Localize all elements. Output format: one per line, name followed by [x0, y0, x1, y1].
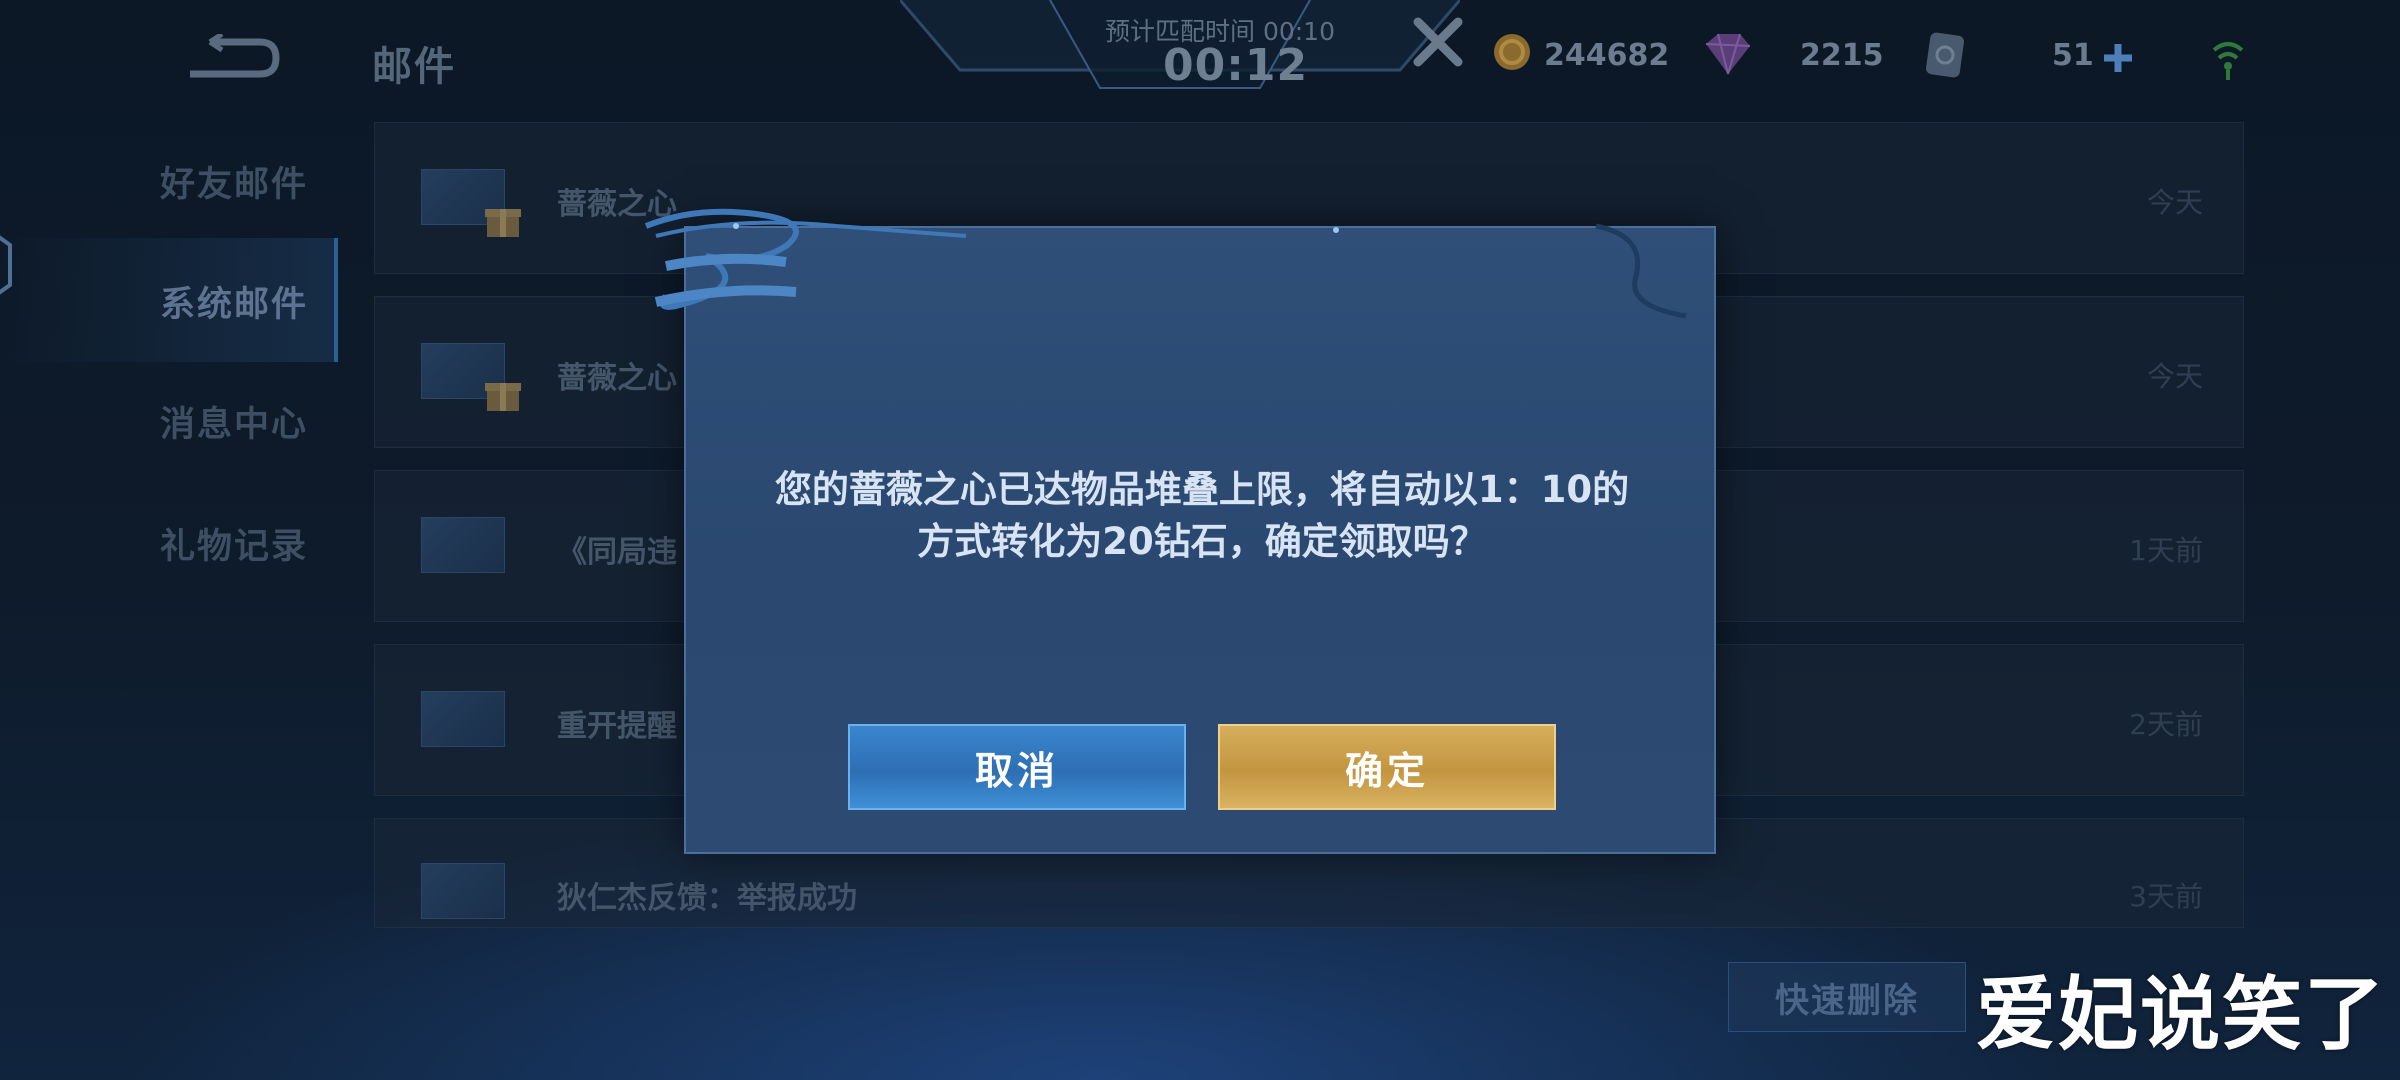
mail-envelope-icon	[421, 517, 505, 573]
diamond-icon	[1705, 33, 1751, 75]
mail-title: 重开提醒	[557, 709, 677, 744]
gold-coin-icon	[1494, 34, 1530, 70]
cancel-match-icon[interactable]	[1410, 14, 1466, 70]
quick-delete-button[interactable]: 快速删除	[1728, 962, 1966, 1032]
mail-envelope-icon	[421, 863, 505, 919]
ticket-count: 51	[2052, 38, 2094, 73]
sidebar-item-friend-mail[interactable]: 好友邮件	[160, 156, 308, 207]
mail-date: 3天前	[2129, 880, 2203, 913]
sidebar-item-gift-record[interactable]: 礼物记录	[160, 518, 308, 569]
watermark-text: 爱妃说笑了	[1976, 968, 2386, 1061]
dialog-message-line2: 方式转化为20钻石，确定领取吗？	[917, 520, 1487, 563]
mail-date: 今天	[2146, 186, 2203, 219]
sidebar-hex-marker	[0, 235, 12, 295]
sidebar-item-system-mail[interactable]: 系统邮件	[160, 276, 308, 327]
add-icon[interactable]	[2100, 40, 2136, 76]
match-timer: 00:12	[1163, 40, 1309, 91]
wifi-signal-icon	[2212, 42, 2244, 80]
gift-icon	[485, 209, 521, 237]
gift-icon	[485, 383, 521, 411]
mail-title: 狄仁杰反馈：举报成功	[557, 881, 857, 916]
mail-title: 《同局违	[557, 535, 677, 570]
cancel-button[interactable]: 取消	[848, 724, 1186, 810]
mail-envelope-icon	[421, 691, 505, 747]
gold-count: 244682	[1544, 38, 1670, 73]
back-arrow-icon[interactable]	[180, 34, 280, 80]
confirm-dialog: 您的蔷薇之心已达物品堆叠上限，将自动以1：10的 方式转化为20钻石，确定领取吗…	[644, 208, 1716, 854]
confirm-button[interactable]: 确定	[1218, 724, 1556, 810]
diamond-count: 2215	[1800, 38, 1884, 73]
mail-date: 2天前	[2129, 708, 2203, 741]
sidebar-item-message-center[interactable]: 消息中心	[160, 396, 308, 447]
dialog-message-line1: 您的蔷薇之心已达物品堆叠上限，将自动以1：10的	[774, 468, 1630, 511]
mail-date: 1天前	[2129, 534, 2203, 567]
mail-date: 今天	[2146, 360, 2203, 393]
mail-title: 蔷薇之心	[557, 361, 677, 396]
ticket-card-icon	[1926, 32, 1964, 78]
cloud-ornament-icon	[644, 208, 1687, 319]
page-title: 邮件	[372, 44, 456, 90]
dialog-message: 您的蔷薇之心已达物品堆叠上限，将自动以1：10的 方式转化为20钻石，确定领取吗…	[726, 464, 1678, 568]
